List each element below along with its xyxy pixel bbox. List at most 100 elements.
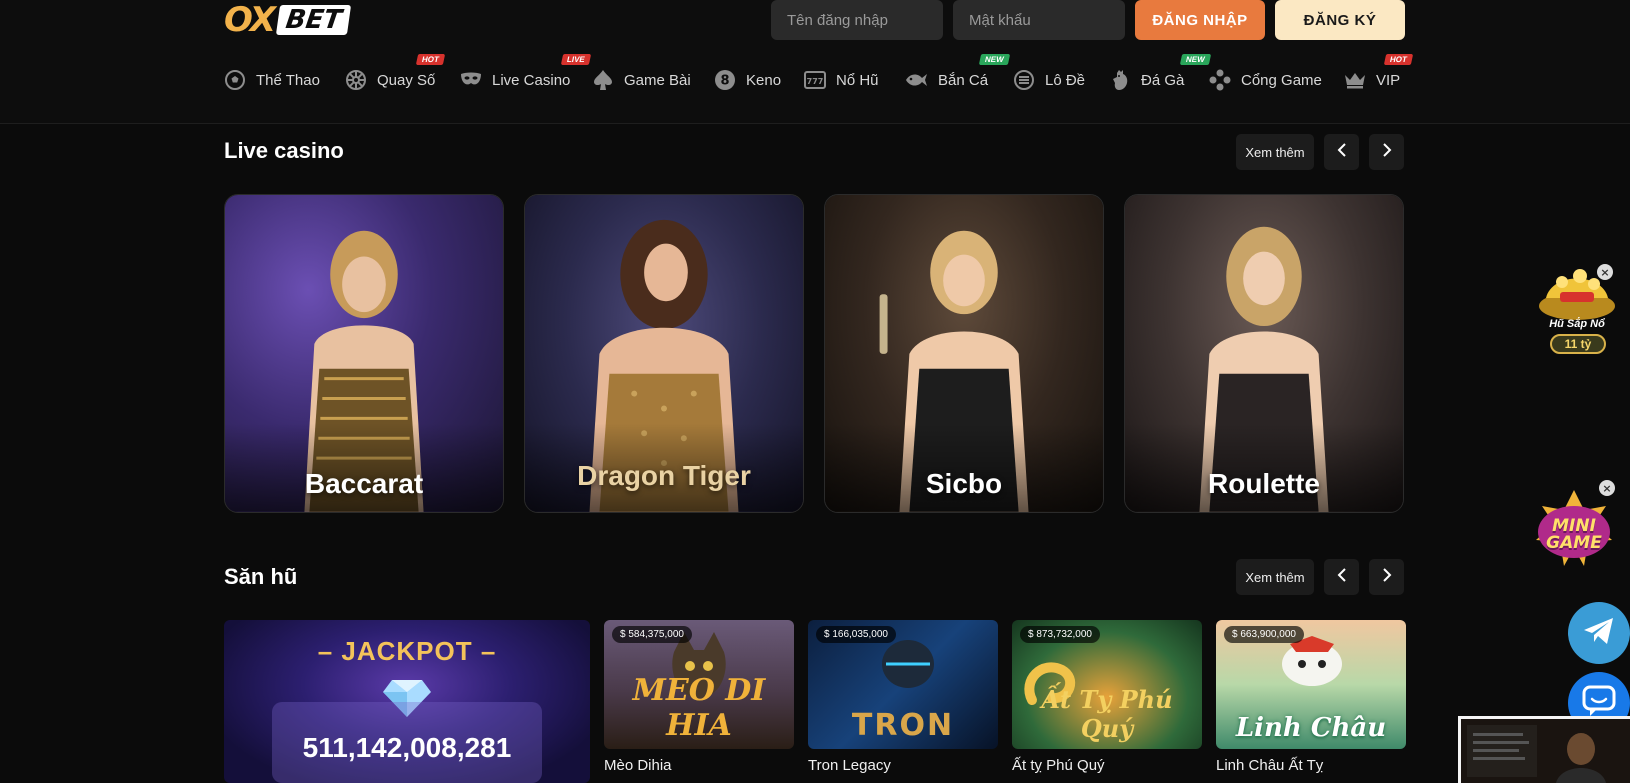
slot-777-icon: 777 xyxy=(804,69,826,91)
password-input[interactable] xyxy=(953,0,1125,40)
game-art-title: Linh Châu xyxy=(1235,713,1387,743)
game-tile-tron-legacy[interactable]: $ 166,035,000 TRON Tron Legacy xyxy=(808,620,998,774)
game-art-title: MEO DI HIA xyxy=(632,673,766,743)
minigame-widget[interactable]: MINI GAME xyxy=(1528,484,1620,574)
game-tile-at-ty-phu-quy[interactable]: $ 873,732,000 Ất Tỵ Phú Quý Ất tỵ Phú Qu… xyxy=(1012,620,1202,774)
nav-item-keno[interactable]: 8 Keno xyxy=(714,64,781,96)
login-button[interactable]: ĐĂNG NHẬP xyxy=(1135,0,1265,40)
nav-item-game-bai[interactable]: Game Bài xyxy=(592,64,691,96)
nav-item-da-ga[interactable]: Đá Gà NEW xyxy=(1109,54,1211,96)
game-tile-linh-chau-at-ty[interactable]: $ 663,900,000 Linh Châu Linh Châu Ất Tỵ xyxy=(1216,620,1406,774)
casino-card-baccarat[interactable]: Baccarat xyxy=(224,194,504,513)
new-badge: NEW xyxy=(978,54,1010,65)
jackpot-banner[interactable]: – JACKPOT – 511,142,008,281 xyxy=(224,620,590,783)
nav-item-quay-so[interactable]: Quay Số HOT xyxy=(345,54,446,96)
gamepad-icon xyxy=(1209,69,1231,91)
jackpot-amount: 511,142,008,281 xyxy=(302,732,512,763)
game-name: Mèo Dihia xyxy=(604,757,672,774)
live-casino-more-button[interactable]: Xem thêm xyxy=(1236,134,1314,170)
lottery-wheel-icon xyxy=(345,69,367,91)
prize-badge: $ 873,732,000 xyxy=(1020,626,1100,643)
svg-text:8: 8 xyxy=(720,74,729,89)
rooster-icon xyxy=(1109,69,1131,91)
nav-label: Live Casino xyxy=(492,71,571,89)
logo-bet: BET xyxy=(275,5,352,35)
hu-sap-no-amount: 11 tỷ xyxy=(1550,334,1606,354)
username-input[interactable] xyxy=(771,0,943,40)
chevron-left-icon xyxy=(1337,142,1347,162)
live-casino-title: Live casino xyxy=(224,138,344,163)
game-thumbnail: $ 584,375,000 MEO DI HIA xyxy=(604,620,794,749)
game-name: Ất tỵ Phú Quý xyxy=(1012,757,1105,774)
dealer-figure xyxy=(825,230,1103,512)
casino-card-roulette[interactable]: Roulette xyxy=(1124,194,1404,513)
jackpot-section-title: Săn hũ xyxy=(224,564,298,589)
game-art-title: TRON xyxy=(851,708,955,743)
live-video-thumbnail[interactable] xyxy=(1458,716,1630,783)
game-name: Tron Legacy xyxy=(808,757,891,774)
live-badge: LIVE xyxy=(560,54,591,65)
casino-card-dragon-tiger[interactable]: Dragon Tiger xyxy=(524,194,804,513)
nav-label: Thể Thao xyxy=(256,71,320,89)
card-label: Sicbo xyxy=(925,468,1003,499)
minigame-label: MINI GAME xyxy=(1546,516,1602,553)
lotto-icon xyxy=(1013,69,1035,91)
jackpot-prev-button[interactable] xyxy=(1324,559,1359,595)
hot-badge: HOT xyxy=(415,54,446,65)
fish-icon xyxy=(904,69,928,91)
svg-text:777: 777 xyxy=(807,77,824,86)
nav-label: Bắn Cá xyxy=(938,71,989,89)
game-thumbnail: $ 166,035,000 TRON xyxy=(808,620,998,749)
chevron-right-icon xyxy=(1382,567,1392,587)
nav-item-cong-game[interactable]: Cổng Game xyxy=(1209,64,1322,96)
close-icon[interactable]: × xyxy=(1599,480,1615,496)
telegram-icon xyxy=(1583,617,1615,650)
site-logo[interactable]: OX BET xyxy=(224,0,352,40)
nav-label: Game Bài xyxy=(624,71,691,89)
game-thumbnail: $ 663,900,000 Linh Châu xyxy=(1216,620,1406,749)
dealer-figure xyxy=(1125,226,1403,512)
hot-badge: HOT xyxy=(1383,54,1414,65)
register-button[interactable]: ĐĂNG KÝ xyxy=(1275,0,1405,40)
close-icon[interactable]: × xyxy=(1597,264,1613,280)
live-casino-prev-button[interactable] xyxy=(1324,134,1359,170)
helmet-icon xyxy=(882,640,934,688)
logo-ox: OX xyxy=(224,0,276,40)
crown-icon xyxy=(1344,69,1366,91)
live-casino-next-button[interactable] xyxy=(1369,134,1404,170)
nav-item-ban-ca[interactable]: Bắn Cá NEW xyxy=(904,54,1010,96)
nav-item-vip[interactable]: VIP HOT xyxy=(1344,54,1414,96)
spade-icon xyxy=(592,69,614,91)
card-label: Roulette xyxy=(1208,468,1320,499)
new-badge: NEW xyxy=(1179,54,1211,65)
nav-item-live-casino[interactable]: Live Casino LIVE xyxy=(460,54,591,96)
nav-label: Quay Số xyxy=(377,71,436,89)
chevron-right-icon xyxy=(1382,142,1392,162)
casino-card-sicbo[interactable]: Sicbo xyxy=(824,194,1104,513)
mask-icon xyxy=(460,69,482,91)
nav-label: Đá Gà xyxy=(1141,71,1185,89)
nav-item-lo-de[interactable]: Lô Đề xyxy=(1013,64,1085,96)
jackpot-next-button[interactable] xyxy=(1369,559,1404,595)
chevron-left-icon xyxy=(1337,567,1347,587)
telegram-button[interactable] xyxy=(1568,602,1630,664)
dealer-figure xyxy=(225,230,503,512)
jackpot-title: – JACKPOT – xyxy=(317,636,497,666)
game-tile-meo-dihia[interactable]: $ 584,375,000 MEO DI HIA Mèo Dihia xyxy=(604,620,794,774)
nav-label: Lô Đề xyxy=(1045,71,1086,89)
nav-item-no-hu[interactable]: 777 Nổ Hũ xyxy=(804,64,879,96)
nav-label: Keno xyxy=(746,71,782,89)
nav-label: Cổng Game xyxy=(1241,71,1322,89)
nav-label: VIP xyxy=(1376,71,1401,89)
prize-badge: $ 166,035,000 xyxy=(816,626,896,643)
hu-sap-no-label: Hũ Sắp Nổ xyxy=(1549,318,1605,330)
prize-badge: $ 663,900,000 xyxy=(1224,626,1304,643)
nav-label: Nổ Hũ xyxy=(836,71,879,89)
jackpot-more-button[interactable]: Xem thêm xyxy=(1236,559,1314,595)
card-label: Baccarat xyxy=(304,468,424,499)
video-preview xyxy=(1461,719,1630,783)
game-art-title: Ất Tỵ Phú Quý xyxy=(1041,685,1173,743)
card-label: Dragon Tiger xyxy=(577,460,751,491)
site-header: OX BET ĐĂNG NHẬP ĐĂNG KÝ Thể Thao Quay S… xyxy=(0,0,1630,124)
nav-item-the-thao[interactable]: Thể Thao xyxy=(224,64,320,96)
